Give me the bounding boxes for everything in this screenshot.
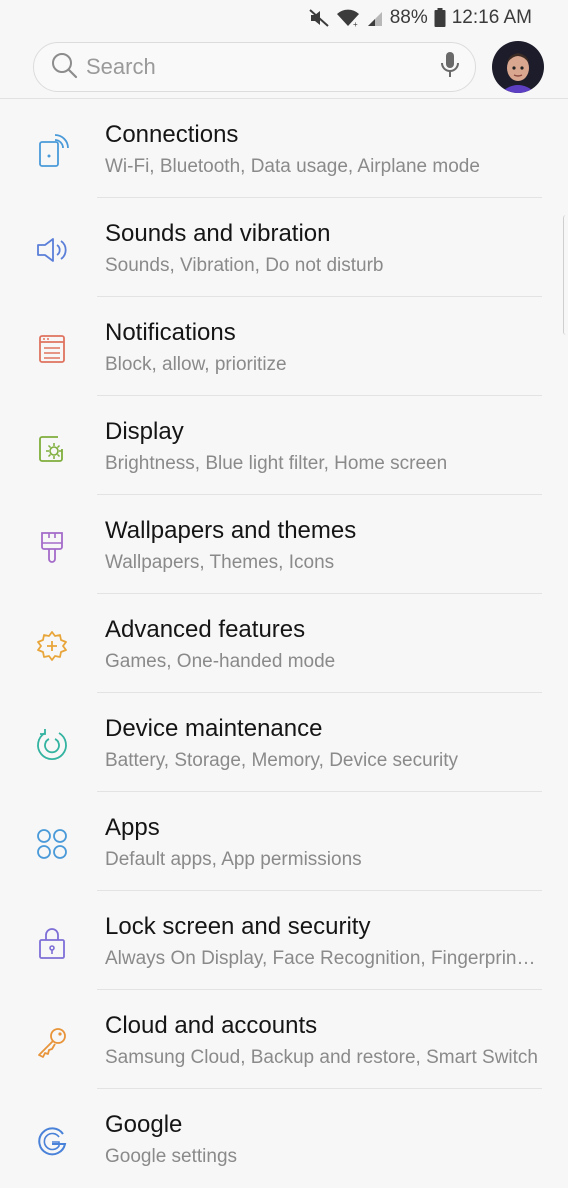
wifi-icon: + xyxy=(336,8,360,28)
setting-subtitle: Brightness, Blue light filter, Home scre… xyxy=(105,453,448,474)
setting-wallpapers[interactable]: Wallpapers and themes Wallpapers, Themes… xyxy=(0,495,568,594)
setting-subtitle: Google settings xyxy=(105,1146,238,1167)
setting-title: Lock screen and security xyxy=(105,913,371,940)
setting-advanced-features[interactable]: Advanced features Games, One-handed mode xyxy=(0,594,568,693)
battery-icon xyxy=(434,8,446,28)
lock-icon xyxy=(34,925,70,961)
display-icon xyxy=(34,430,70,466)
setting-title: Google xyxy=(105,1111,183,1138)
mic-icon[interactable] xyxy=(439,50,461,85)
setting-subtitle: Battery, Storage, Memory, Device securit… xyxy=(105,750,459,771)
avatar[interactable] xyxy=(492,41,544,93)
setting-sounds[interactable]: Sounds and vibration Sounds, Vibration, … xyxy=(0,198,568,297)
notifications-icon xyxy=(34,331,70,367)
setting-title: Advanced features xyxy=(105,616,306,643)
search-icon xyxy=(50,51,78,84)
setting-title: Device maintenance xyxy=(105,715,323,742)
speaker-icon xyxy=(34,232,70,268)
setting-title: Apps xyxy=(105,814,160,841)
setting-display[interactable]: Display Brightness, Blue light filter, H… xyxy=(0,396,568,495)
setting-google[interactable]: Google Google settings xyxy=(0,1089,568,1188)
clock: 12:16 AM xyxy=(451,7,532,28)
search-input[interactable]: Search xyxy=(33,42,476,92)
setting-lock-screen[interactable]: Lock screen and security Always On Displ… xyxy=(0,891,568,990)
google-icon xyxy=(34,1123,70,1159)
signal-icon xyxy=(366,8,384,28)
mute-icon xyxy=(308,8,330,28)
scrollbar[interactable] xyxy=(563,215,568,335)
setting-title: Wallpapers and themes xyxy=(105,517,357,544)
apps-icon xyxy=(34,826,70,862)
paintbrush-icon xyxy=(34,529,70,565)
setting-subtitle: Wallpapers, Themes, Icons xyxy=(105,552,335,573)
setting-subtitle: Wi-Fi, Bluetooth, Data usage, Airplane m… xyxy=(105,156,480,177)
maintenance-icon xyxy=(34,727,70,763)
svg-text:+: + xyxy=(353,20,358,28)
setting-cloud-accounts[interactable]: Cloud and accounts Samsung Cloud, Backup… xyxy=(0,990,568,1089)
setting-title: Cloud and accounts xyxy=(105,1012,318,1039)
gear-plus-icon xyxy=(34,628,70,664)
settings-list: Connections Wi-Fi, Bluetooth, Data usage… xyxy=(0,99,568,1188)
key-icon xyxy=(34,1024,70,1060)
setting-subtitle: Games, One-handed mode xyxy=(105,651,336,672)
setting-subtitle: Block, allow, prioritize xyxy=(105,354,287,375)
setting-notifications[interactable]: Notifications Block, allow, prioritize xyxy=(0,297,568,396)
setting-title: Notifications xyxy=(105,319,236,346)
setting-connections[interactable]: Connections Wi-Fi, Bluetooth, Data usage… xyxy=(0,99,568,198)
setting-subtitle: Samsung Cloud, Backup and restore, Smart… xyxy=(105,1047,538,1068)
setting-device-maintenance[interactable]: Device maintenance Battery, Storage, Mem… xyxy=(0,693,568,792)
battery-percent: 88% xyxy=(389,7,428,28)
search-placeholder: Search xyxy=(86,54,156,79)
connections-icon xyxy=(34,133,70,169)
setting-apps[interactable]: Apps Default apps, App permissions xyxy=(0,792,568,891)
setting-title: Sounds and vibration xyxy=(105,220,331,247)
setting-subtitle: Default apps, App permissions xyxy=(105,849,362,870)
status-bar: + 88% 12:16 AM xyxy=(0,0,568,36)
setting-subtitle: Always On Display, Face Recognition, Fin… xyxy=(105,948,538,969)
setting-title: Connections xyxy=(105,121,239,148)
setting-subtitle: Sounds, Vibration, Do not disturb xyxy=(105,255,384,276)
search-row: Search xyxy=(33,40,544,94)
setting-title: Display xyxy=(105,418,184,445)
